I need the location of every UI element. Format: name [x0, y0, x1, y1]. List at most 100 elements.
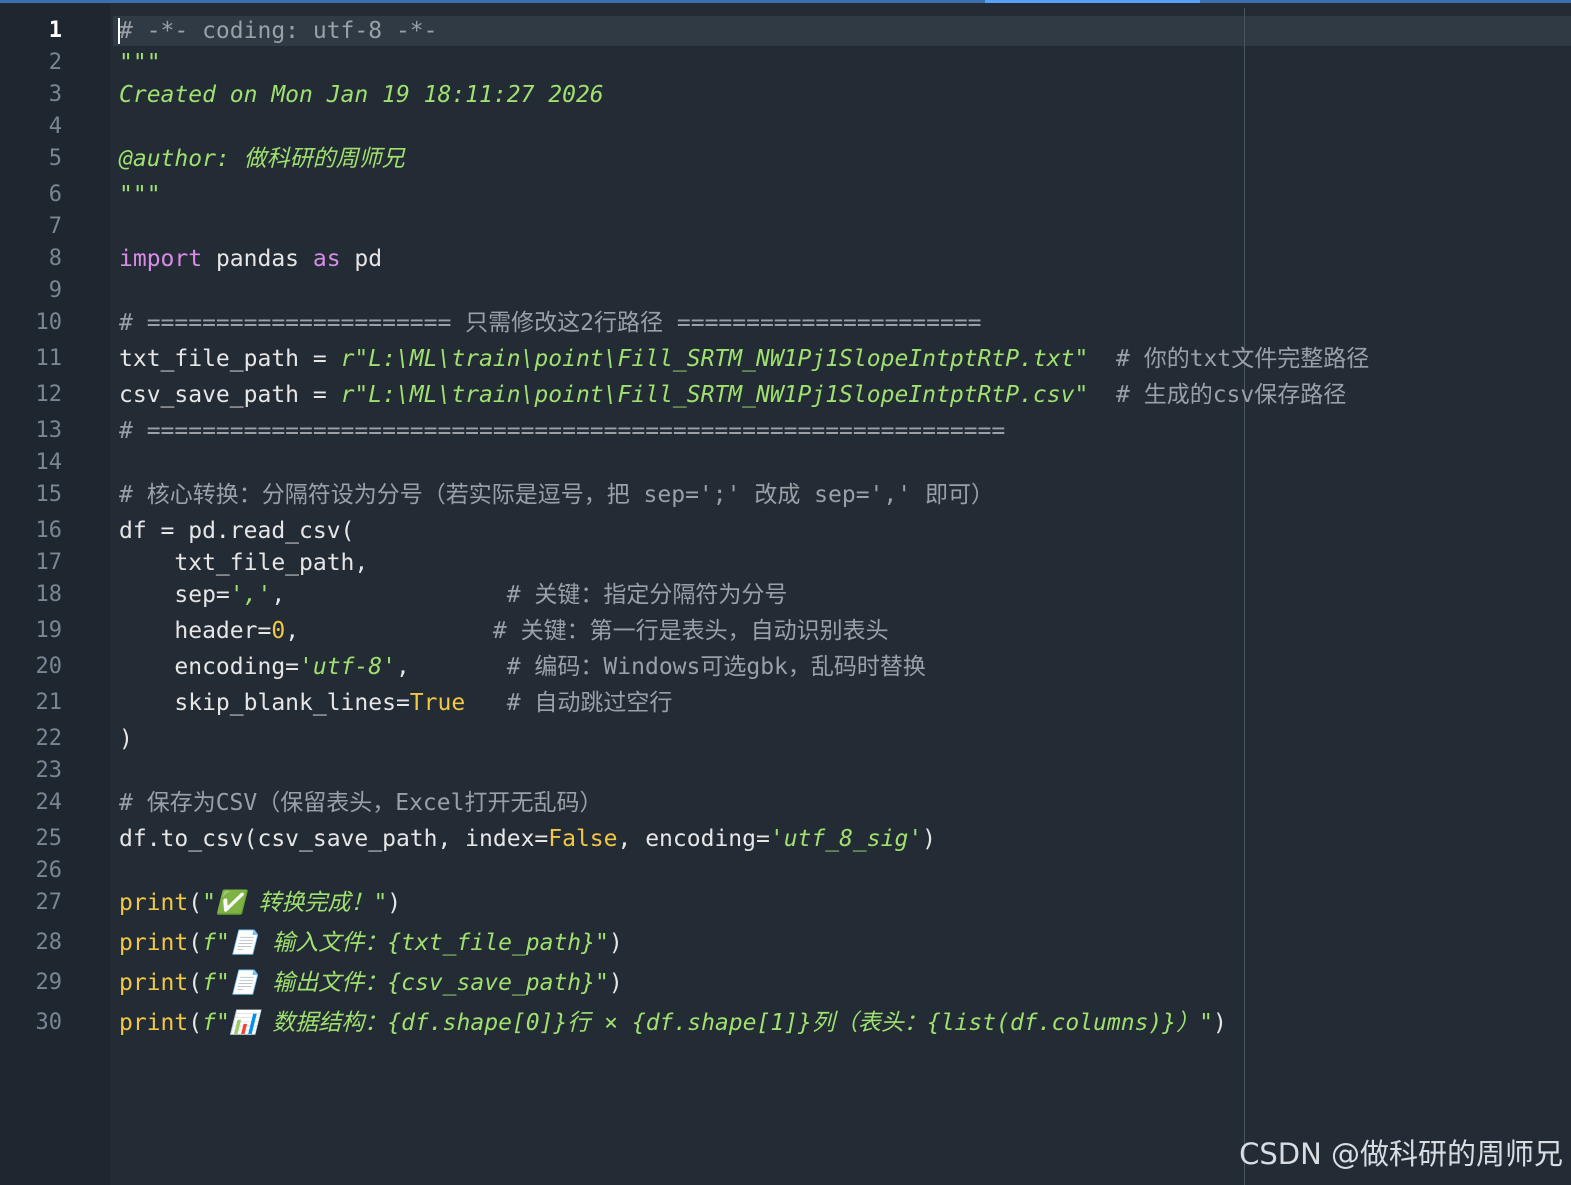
code-token: ',' — [229, 582, 272, 608]
code-token: txt_file_path, — [119, 550, 369, 576]
code-line[interactable]: # 核心转换：分隔符设为分号（若实际是逗号，把 sep=';' 改成 sep='… — [119, 479, 994, 511]
code-line[interactable]: @author: 做科研的周师兄 — [119, 143, 405, 175]
code-token: "✅ 转换完成！" — [202, 890, 388, 916]
code-token: pandas — [202, 246, 313, 272]
code-token: # 保存为CSV（保留表头，Excel打开无乱码） — [119, 790, 603, 816]
code-line[interactable]: print(f"📄 输出文件：{csv_save_path}") — [119, 967, 623, 999]
code-token: """ — [119, 182, 161, 208]
line-number: 4 — [48, 114, 62, 139]
code-token: # 关键：指定分隔符为分号 — [506, 582, 788, 608]
line-number: 15 — [35, 482, 63, 507]
text-cursor — [118, 18, 120, 44]
line-number: 29 — [35, 970, 63, 995]
code-token: # 关键：第一行是表头，自动识别表头 — [492, 618, 889, 644]
code-token: f"📄 输出文件：{csv_save_path}" — [202, 970, 609, 996]
code-token: f"📊 数据结构：{df.shape[0]}行 × {df.shape[1]}列… — [202, 1010, 1213, 1036]
code-line[interactable]: """ — [119, 179, 161, 211]
code-token: print — [119, 1010, 189, 1036]
code-token: """ — [119, 50, 161, 76]
code-line[interactable]: df.to_csv(csv_save_path, index=False, en… — [119, 823, 936, 855]
code-token: r"L:\ML\train\point\Fill_SRTM_NW1Pj1Slop… — [340, 382, 1089, 408]
code-token: df.to_csv(csv_save_path, index= — [119, 826, 549, 852]
line-number: 13 — [35, 418, 63, 443]
code-line[interactable]: # 保存为CSV（保留表头，Excel打开无乱码） — [119, 787, 602, 819]
line-number: 7 — [48, 214, 62, 239]
code-token: ( — [188, 970, 203, 996]
code-line[interactable]: df = pd.read_csv( — [119, 515, 354, 547]
code-line[interactable]: # -*- coding: utf-8 -*- — [119, 15, 438, 47]
line-number: 22 — [35, 726, 63, 751]
editor-top-border — [0, 0, 1571, 3]
code-token: # 你的txt文件完整路径 — [1088, 346, 1370, 372]
watermark: CSDN @做科研的周师兄 — [1239, 1137, 1563, 1171]
line-number: 6 — [48, 182, 62, 207]
code-line[interactable]: skip_blank_lines=True # 自动跳过空行 — [119, 687, 672, 719]
code-token: 0 — [271, 618, 286, 644]
line-number: 9 — [48, 278, 62, 303]
code-token: ) — [1212, 1010, 1227, 1036]
code-token: # 生成的csv保存路径 — [1088, 382, 1347, 408]
line-number: 11 — [35, 346, 63, 371]
code-line[interactable]: # ====================== 只需修改这2行路径 =====… — [119, 307, 982, 339]
line-number: 20 — [35, 654, 63, 679]
code-token: skip_blank_lines= — [119, 690, 410, 716]
line-number: 21 — [35, 690, 63, 715]
code-token: True — [409, 690, 466, 716]
code-token: # ======================================… — [119, 418, 1006, 444]
line-number: 27 — [35, 890, 63, 915]
code-line[interactable]: txt_file_path, — [119, 547, 368, 579]
code-line[interactable]: sep=',', # 关键：指定分隔符为分号 — [119, 579, 787, 611]
line-number: 5 — [48, 146, 62, 171]
line-number: 30 — [35, 1010, 63, 1035]
code-line[interactable]: Created on Mon Jan 19 18:11:27 2026 — [119, 79, 604, 111]
code-token: print — [119, 970, 189, 996]
code-token: , encoding= — [617, 826, 770, 852]
code-token: ) — [922, 826, 937, 852]
code-token: csv_save_path = — [119, 382, 341, 408]
code-token: ( — [188, 1010, 203, 1036]
code-token: # 核心转换：分隔符设为分号（若实际是逗号，把 sep=';' 改成 sep='… — [119, 482, 994, 508]
code-token: # 编码：Windows可选gbk，乱码时替换 — [506, 654, 926, 680]
code-token: @author: 做科研的周师兄 — [119, 146, 405, 172]
line-number: 26 — [35, 858, 63, 883]
code-token: ) — [119, 726, 133, 752]
column-ruler — [1244, 8, 1245, 1185]
code-token: df = pd.read_csv( — [119, 518, 355, 544]
code-token: header= — [119, 618, 272, 644]
code-line[interactable]: print(f"📊 数据结构：{df.shape[0]}行 × {df.shap… — [119, 1007, 1227, 1039]
code-token: print — [119, 930, 189, 956]
code-line[interactable]: txt_file_path = r"L:\ML\train\point\Fill… — [119, 343, 1369, 375]
code-token: pd — [340, 246, 383, 272]
line-number: 18 — [35, 582, 63, 607]
line-number: 12 — [35, 382, 63, 407]
code-token: ( — [188, 930, 203, 956]
code-line[interactable]: print("✅ 转换完成！") — [119, 887, 401, 919]
code-line[interactable]: import pandas as pd — [119, 243, 382, 275]
code-token: as — [312, 246, 341, 272]
line-number: 28 — [35, 930, 63, 955]
code-token: ) — [387, 890, 402, 916]
active-tab-indicator[interactable] — [985, 0, 1200, 3]
code-line[interactable]: encoding='utf-8', # 编码：Windows可选gbk，乱码时替… — [119, 651, 926, 683]
line-number: 16 — [35, 518, 63, 543]
code-token: encoding= — [119, 654, 300, 680]
code-token: False — [548, 826, 618, 852]
code-line[interactable]: # ======================================… — [119, 415, 1005, 447]
code-token: Created on Mon Jan 19 18:11:27 2026 — [119, 82, 604, 108]
code-token: ( — [188, 890, 203, 916]
code-token: sep= — [119, 582, 230, 608]
code-line[interactable]: """ — [119, 47, 161, 79]
code-line[interactable]: ) — [119, 723, 133, 755]
code-token: 'utf_8_sig' — [769, 826, 923, 852]
line-number: 17 — [35, 550, 63, 575]
line-number: 24 — [35, 790, 63, 815]
code-token: print — [119, 890, 189, 916]
code-line[interactable]: csv_save_path = r"L:\ML\train\point\Fill… — [119, 379, 1346, 411]
line-number: 25 — [35, 826, 63, 851]
code-line[interactable]: header=0, # 关键：第一行是表头，自动识别表头 — [119, 615, 889, 647]
code-token: ) — [608, 930, 623, 956]
code-line[interactable]: print(f"📄 输入文件：{txt_file_path}") — [119, 927, 623, 959]
code-token: f"📄 输入文件：{txt_file_path}" — [202, 930, 609, 956]
code-token: txt_file_path = — [119, 346, 341, 372]
